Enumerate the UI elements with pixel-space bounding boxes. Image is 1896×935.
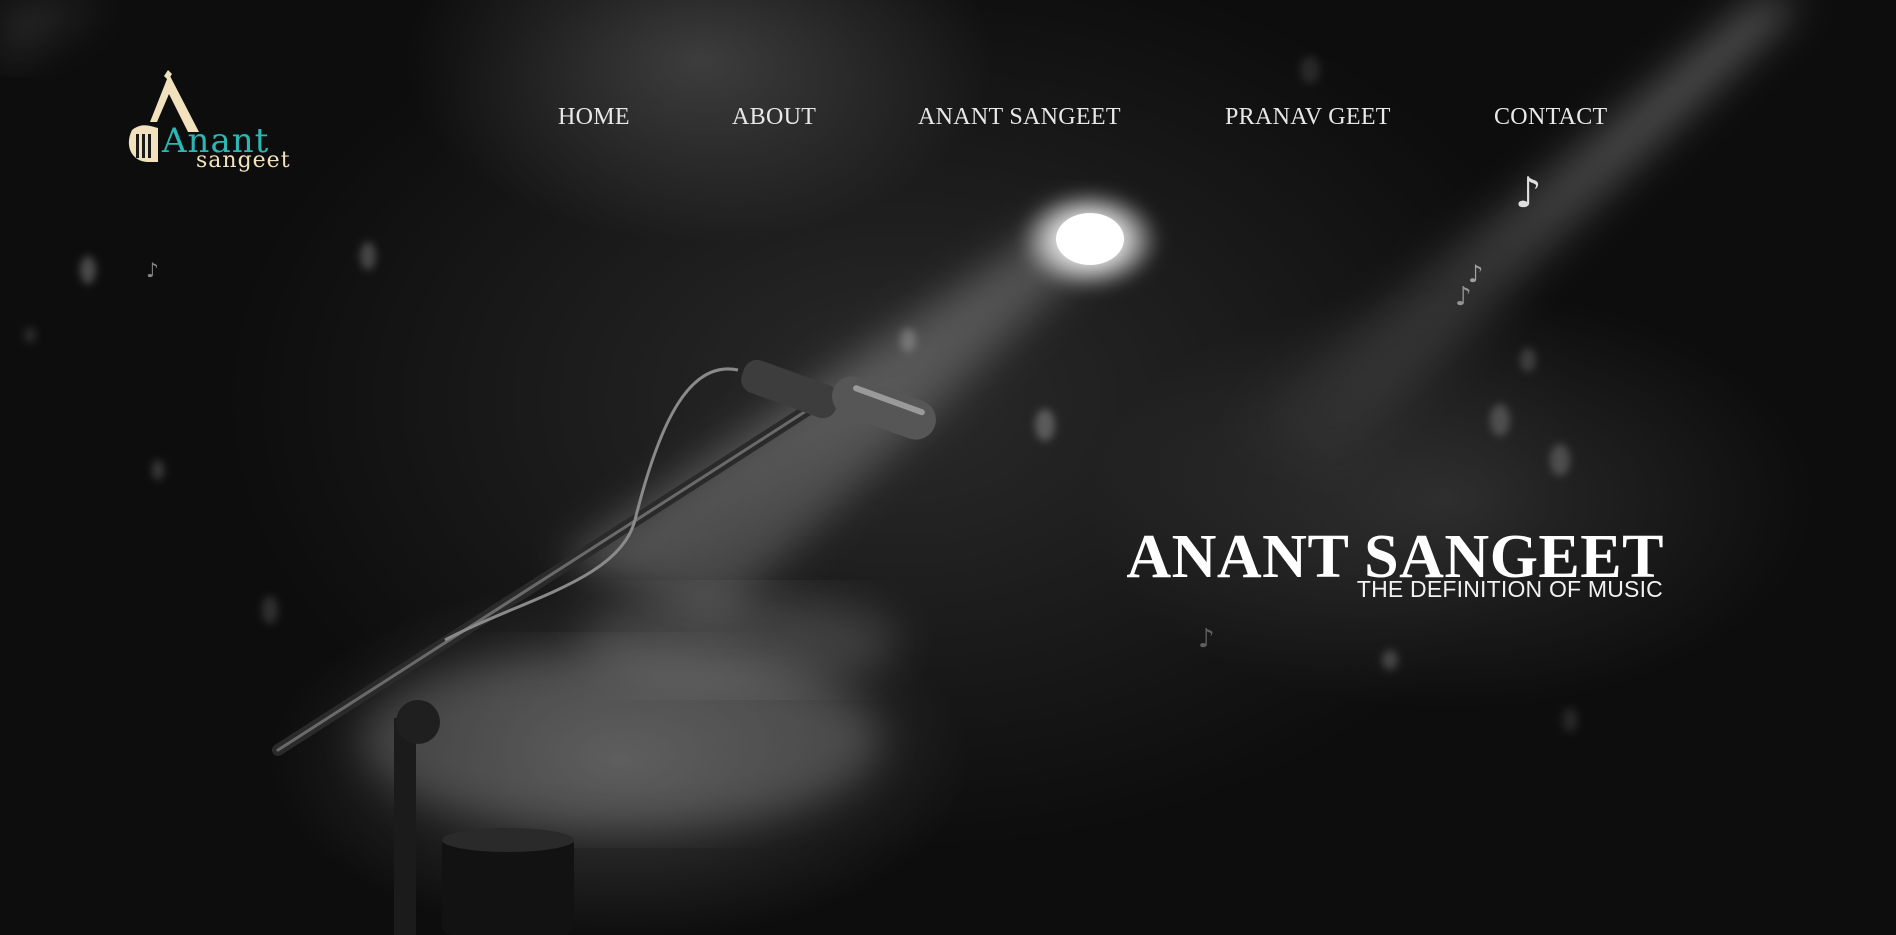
main-nav: HOME ABOUT ANANT SANGEET PRANAV GEET CON… — [0, 104, 1896, 134]
nav-link-contact[interactable]: CONTACT — [1494, 104, 1608, 131]
nav-link-anant-sangeet[interactable]: ANANT SANGEET — [918, 104, 1121, 131]
nav-link-home[interactable]: HOME — [558, 104, 630, 131]
light-beam — [0, 0, 110, 70]
music-note-icon: ♪ — [1198, 624, 1215, 654]
stage-background-image — [0, 0, 1800, 935]
light-beam — [560, 215, 1110, 620]
music-note-icon: ♪ — [146, 258, 159, 282]
music-note-icon: ♪ — [1515, 168, 1542, 217]
logo-word-sangeet: sangeet — [196, 148, 291, 173]
nav-link-about[interactable]: ABOUT — [732, 104, 816, 131]
stage-haze — [580, 590, 900, 690]
hero-section: Anant sangeet HOME ABOUT ANANT SANGEET P… — [0, 0, 1896, 935]
nav-link-pranav-geet[interactable]: PRANAV GEET — [1225, 104, 1391, 131]
music-note-icon: ♪ — [1455, 282, 1472, 312]
spotlight-core — [1056, 213, 1124, 265]
hero-subtitle: THE DEFINITION OF MUSIC — [1356, 576, 1663, 602]
